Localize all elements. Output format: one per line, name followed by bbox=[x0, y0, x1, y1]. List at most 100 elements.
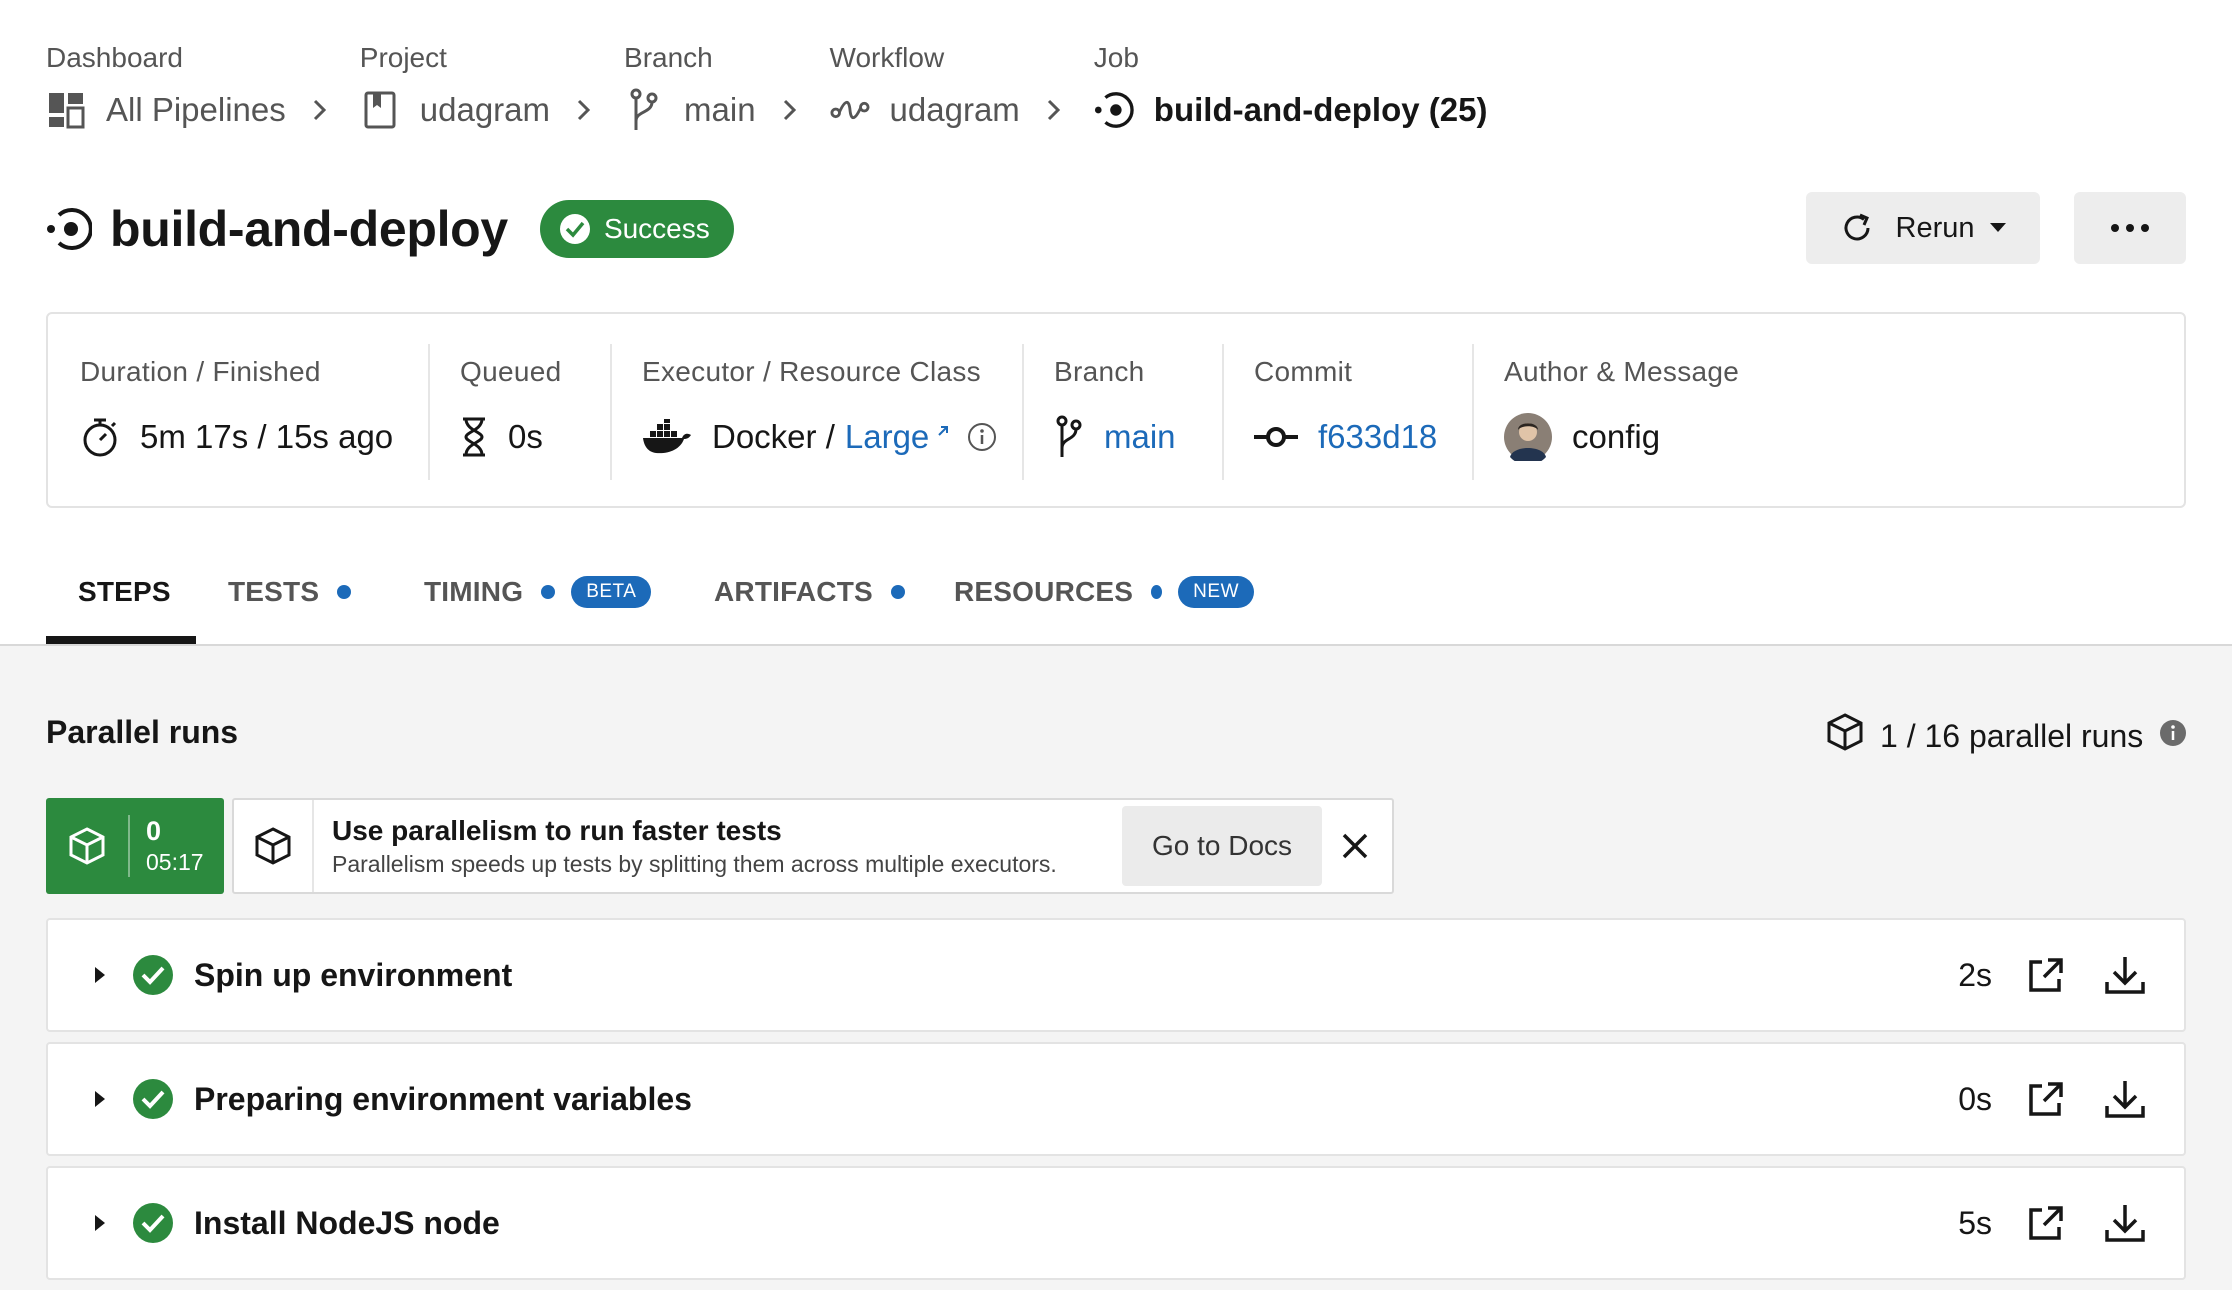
branch-link[interactable]: main bbox=[1104, 418, 1176, 456]
step-row[interactable]: Preparing environment variables 0s bbox=[46, 1042, 2186, 1156]
stopwatch-icon bbox=[80, 416, 120, 458]
workflow-icon bbox=[830, 90, 870, 130]
branch-column: Branch main bbox=[1022, 314, 1222, 506]
parallel-runs-text: 1 / 16 parallel runs bbox=[1880, 717, 2144, 754]
step-duration: 2s bbox=[1958, 956, 1992, 993]
tab-indicator-dot bbox=[1151, 585, 1163, 599]
executor-value: Docker / bbox=[712, 418, 835, 455]
cube-icon bbox=[234, 800, 314, 892]
branch-icon bbox=[624, 88, 664, 130]
job-icon bbox=[1094, 90, 1134, 130]
new-badge: NEW bbox=[1178, 576, 1254, 608]
download-icon[interactable] bbox=[2104, 1202, 2146, 1244]
tab-indicator-dot bbox=[890, 585, 905, 599]
open-external-icon[interactable] bbox=[2026, 1203, 2066, 1243]
breadcrumb: Dashboard All Pipelines Project udagram … bbox=[46, 40, 1487, 140]
external-arrow-icon bbox=[937, 407, 949, 445]
tip-title: Use parallelism to run faster tests bbox=[332, 815, 782, 846]
close-icon[interactable] bbox=[1334, 825, 1376, 867]
branch-label: Branch bbox=[1054, 356, 1145, 387]
tab-label: TESTS bbox=[228, 576, 320, 607]
author-column: Author & Message config bbox=[1472, 314, 2072, 506]
tab-label: RESOURCES bbox=[954, 576, 1134, 607]
step-row[interactable]: Install NodeJS node 5s bbox=[46, 1166, 2186, 1280]
tab-resources[interactable]: RESOURCES NEW bbox=[954, 560, 1254, 624]
cube-icon bbox=[46, 826, 128, 866]
caret-down-icon bbox=[1989, 223, 2006, 232]
download-icon[interactable] bbox=[2104, 954, 2146, 996]
parallelism-tip-banner: Use parallelism to run faster tests Para… bbox=[232, 798, 1394, 894]
tab-steps[interactable]: STEPS bbox=[46, 560, 228, 624]
open-external-icon[interactable] bbox=[2026, 955, 2066, 995]
breadcrumb-workflow[interactable]: Workflow udagram bbox=[830, 40, 1094, 140]
executor-column: Executor / Resource Class Docker / Large bbox=[610, 314, 1022, 506]
breadcrumb-category: Workflow bbox=[829, 42, 945, 73]
step-name: Install NodeJS node bbox=[194, 1204, 500, 1241]
step-name: Spin up environment bbox=[194, 956, 513, 993]
tab-indicator-dot bbox=[541, 585, 556, 599]
job-info-card: Duration / Finished 5m 17s / 15s ago Que… bbox=[46, 312, 2186, 508]
breadcrumb-value: build-and-deploy (25) bbox=[1153, 91, 1488, 128]
page-title: build-and-deploy bbox=[110, 201, 508, 257]
queued-column: Queued 0s bbox=[428, 314, 610, 506]
rerun-button[interactable]: Rerun bbox=[1806, 192, 2040, 264]
refresh-icon bbox=[1844, 213, 1869, 241]
open-external-icon[interactable] bbox=[2026, 1079, 2066, 1119]
breadcrumb-value: main bbox=[684, 91, 756, 128]
breadcrumb-value: udagram bbox=[419, 91, 551, 128]
commit-icon bbox=[1254, 425, 1298, 449]
active-tab-underline bbox=[46, 636, 196, 644]
breadcrumb-branch[interactable]: Branch main bbox=[624, 40, 830, 140]
step-duration: 5s bbox=[1958, 1204, 1992, 1241]
breadcrumb-dashboard[interactable]: Dashboard All Pipelines bbox=[46, 40, 360, 140]
check-circle-icon bbox=[133, 1079, 173, 1119]
check-circle-icon bbox=[559, 214, 590, 244]
info-icon[interactable] bbox=[967, 422, 997, 452]
breadcrumb-category: Project bbox=[359, 42, 447, 73]
expand-caret-icon[interactable] bbox=[92, 965, 108, 985]
tab-tests[interactable]: TESTS bbox=[228, 560, 424, 624]
more-options-button[interactable] bbox=[2074, 192, 2186, 264]
breadcrumb-category: Dashboard bbox=[46, 42, 183, 73]
check-circle-icon bbox=[133, 955, 173, 995]
expand-caret-icon[interactable] bbox=[92, 1213, 108, 1233]
step-row[interactable]: Spin up environment 2s bbox=[46, 918, 2186, 1032]
tab-label: STEPS bbox=[78, 576, 171, 607]
status-badge: Success bbox=[539, 200, 734, 258]
branch-icon bbox=[1054, 414, 1084, 460]
info-icon[interactable] bbox=[2159, 718, 2187, 755]
resource-class-link[interactable]: Large bbox=[845, 418, 929, 456]
tab-timing[interactable]: TIMING BETA bbox=[424, 560, 714, 624]
tab-label: TIMING bbox=[424, 576, 524, 607]
job-icon bbox=[47, 208, 92, 250]
chevron-right-icon bbox=[308, 90, 332, 130]
breadcrumb-project[interactable]: Project udagram bbox=[360, 40, 624, 140]
duration-label: Duration / Finished bbox=[80, 356, 321, 387]
queued-value: 0s bbox=[508, 418, 543, 455]
parallel-runs-title: Parallel runs bbox=[46, 714, 239, 750]
tab-label: ARTIFACTS bbox=[714, 576, 873, 607]
hourglass-icon bbox=[460, 416, 488, 458]
parallel-runs-count: 1 / 16 parallel runs bbox=[1826, 712, 2187, 760]
chevron-right-icon bbox=[572, 90, 596, 130]
step-name: Preparing environment variables bbox=[194, 1080, 692, 1117]
queued-label: Queued bbox=[460, 356, 562, 387]
go-to-docs-button[interactable]: Go to Docs bbox=[1122, 806, 1322, 886]
status-label: Success bbox=[603, 213, 710, 244]
tab-artifacts[interactable]: ARTIFACTS bbox=[714, 560, 954, 624]
author-label: Author & Message bbox=[1504, 356, 1740, 387]
commit-label: Commit bbox=[1254, 356, 1353, 387]
commit-link[interactable]: f633d18 bbox=[1318, 418, 1437, 456]
commit-message: config bbox=[1572, 418, 1661, 455]
job-header-area: Dashboard All Pipelines Project udagram … bbox=[0, 0, 2232, 646]
project-book-icon bbox=[360, 90, 400, 130]
breadcrumb-value: All Pipelines bbox=[106, 91, 286, 128]
executor-label: Executor / Resource Class bbox=[642, 356, 981, 387]
duration-column: Duration / Finished 5m 17s / 15s ago bbox=[48, 314, 428, 506]
docker-icon bbox=[642, 419, 692, 455]
parallel-run-0[interactable]: 0 05:17 bbox=[46, 798, 224, 894]
expand-caret-icon[interactable] bbox=[92, 1089, 108, 1109]
breadcrumb-category: Job bbox=[1093, 42, 1139, 73]
download-icon[interactable] bbox=[2104, 1078, 2146, 1120]
beta-badge: BETA bbox=[571, 576, 652, 608]
